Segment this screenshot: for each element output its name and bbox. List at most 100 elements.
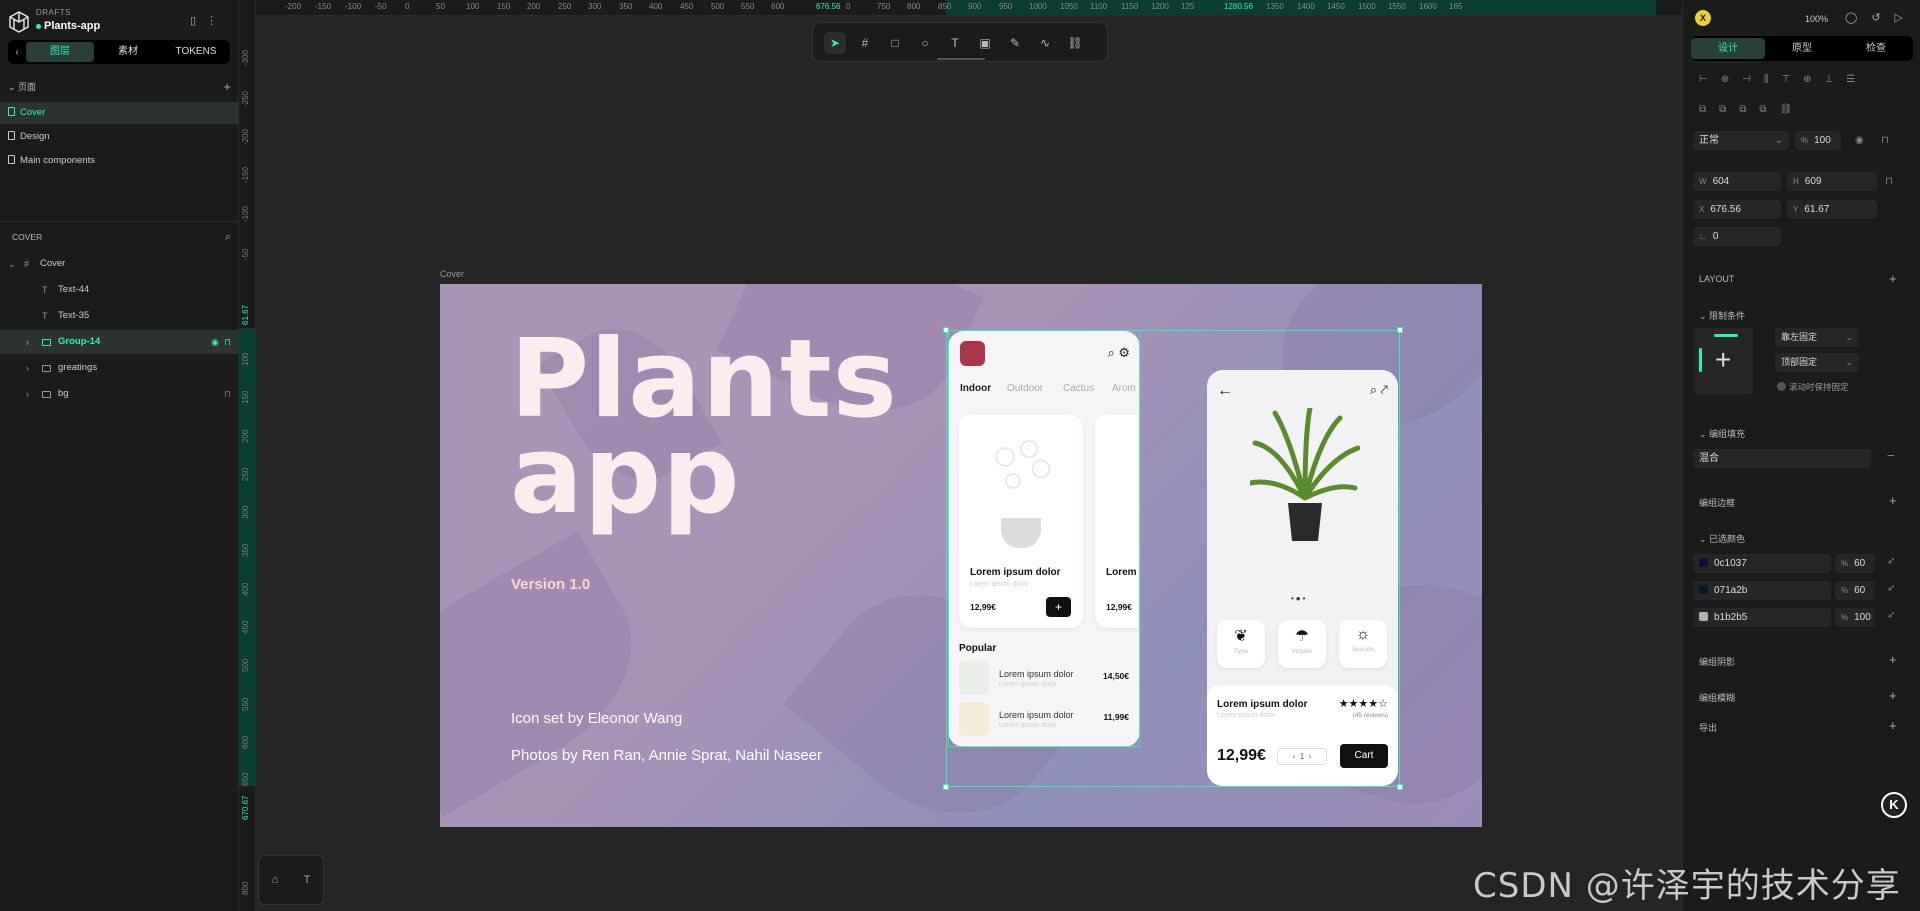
color-swatch[interactable]	[1699, 585, 1708, 594]
resize-handle[interactable]	[1397, 327, 1403, 333]
color-opacity-field[interactable]: % 60	[1835, 554, 1875, 573]
resize-handle[interactable]	[943, 784, 949, 790]
comments-icon[interactable]: ◯	[1845, 11, 1857, 24]
intersect-icon[interactable]: ⧉	[1739, 104, 1746, 115]
eyedropper-icon[interactable]: ➶	[1887, 610, 1895, 621]
constraint-center-icon[interactable]: +	[1715, 346, 1731, 374]
project-name[interactable]: Plants-app	[36, 20, 100, 32]
board-tool-icon[interactable]: #	[854, 32, 876, 54]
plugin-tool-icon[interactable]: ⛓	[1064, 32, 1086, 54]
opacity-field[interactable]: % 100	[1795, 131, 1841, 150]
align-right-icon[interactable]: ⊣	[1742, 74, 1751, 85]
eyedropper-icon[interactable]: ➶	[1887, 556, 1895, 567]
visibility-lock-icons[interactable]: ◉ ⊓	[211, 330, 231, 354]
stroke-section[interactable]: 编组边框 +	[1699, 493, 1897, 509]
constraint-horizontal-select[interactable]: 靠左固定 ⌄	[1775, 328, 1859, 347]
library-icon[interactable]: ▯	[190, 14, 196, 27]
layer-row[interactable]: ⌄ # Cover	[0, 252, 239, 276]
chevron-right-icon[interactable]: ›	[26, 330, 29, 354]
constraint-top-bar[interactable]	[1714, 334, 1738, 337]
x-field[interactable]: X 676.56	[1693, 200, 1781, 219]
play-icon[interactable]: ▷	[1895, 11, 1903, 24]
tab-inspect[interactable]: 检查	[1839, 38, 1913, 59]
chevron-right-icon[interactable]: ›	[26, 356, 29, 380]
more-menu-icon[interactable]: ⋮	[206, 14, 217, 27]
fill-section[interactable]: ⌄ 编组填充	[1699, 427, 1745, 440]
y-field[interactable]: Y 61.67	[1787, 200, 1877, 219]
layer-row[interactable]: T Text-35	[0, 304, 239, 328]
color-swatch[interactable]	[1699, 558, 1708, 567]
blur-section[interactable]: 编组模糊 +	[1699, 688, 1897, 704]
layer-row[interactable]: T Text-44	[0, 278, 239, 302]
align-top-icon[interactable]: ⊤	[1781, 74, 1790, 85]
add-shadow-icon[interactable]: +	[1889, 652, 1897, 667]
remove-fill-icon[interactable]: −	[1887, 448, 1895, 463]
avatar[interactable]: X	[1695, 10, 1711, 26]
color-opacity-field[interactable]: % 60	[1835, 581, 1875, 600]
export-section[interactable]: 导出 +	[1699, 718, 1897, 734]
constraint-vertical-select[interactable]: 顶部固定 ⌄	[1775, 353, 1859, 372]
color-opacity-field[interactable]: % 100	[1835, 608, 1875, 627]
selection-box[interactable]	[943, 327, 1403, 790]
exclude-icon[interactable]: ⧉	[1759, 104, 1766, 115]
chevron-down-icon[interactable]: ⌄	[8, 252, 16, 276]
add-layout-icon[interactable]: +	[1889, 271, 1897, 286]
toolbar-drag-handle[interactable]	[937, 58, 985, 60]
lock-icon[interactable]: ⊓	[1881, 135, 1889, 146]
height-field[interactable]: H 609	[1787, 172, 1877, 191]
selected-colors-section[interactable]: ⌄ 已选颜色	[1699, 532, 1745, 545]
chevron-right-icon[interactable]: ›	[26, 382, 29, 406]
align-bottom-icon[interactable]: ⊥	[1825, 74, 1834, 85]
path-tool-icon[interactable]: ∿	[1034, 32, 1056, 54]
move-tool-icon[interactable]: ➤	[824, 32, 846, 54]
layer-row[interactable]: › bg ⊓	[0, 382, 239, 406]
artboard-label[interactable]: Cover	[440, 269, 464, 279]
zoom-level[interactable]: 100%	[1805, 14, 1828, 24]
constraint-widget[interactable]: +	[1693, 328, 1753, 394]
back-chevron-icon[interactable]: ‹	[8, 47, 26, 58]
history-icon[interactable]: ↺	[1871, 11, 1880, 24]
home-icon[interactable]: ⌂	[272, 874, 279, 886]
color-row[interactable]: 0c1037	[1693, 554, 1831, 573]
page-item-design[interactable]: Design	[0, 126, 239, 148]
text-tool-icon[interactable]: T	[944, 32, 966, 54]
union-icon[interactable]: ⧉	[1699, 104, 1706, 115]
constraint-left-bar[interactable]	[1699, 348, 1702, 372]
rectangle-tool-icon[interactable]: □	[884, 32, 906, 54]
align-hcenter-icon[interactable]: ⊕	[1721, 74, 1729, 85]
eyedropper-icon[interactable]: ➶	[1887, 583, 1895, 594]
tab-tokens[interactable]: TOKENS	[162, 42, 230, 62]
add-stroke-icon[interactable]: +	[1889, 493, 1897, 508]
difference-icon[interactable]: ⧉	[1719, 104, 1726, 115]
blend-mode-select[interactable]: 正常 ⌄	[1693, 131, 1789, 150]
tab-layers[interactable]: 图层	[26, 42, 94, 62]
ellipse-tool-icon[interactable]: ○	[914, 32, 936, 54]
tab-assets[interactable]: 素材	[94, 42, 162, 62]
add-export-icon[interactable]: +	[1889, 718, 1897, 733]
distribute-v-icon[interactable]: ☰	[1846, 74, 1855, 85]
pencil-tool-icon[interactable]: ✎	[1004, 32, 1026, 54]
resize-handle[interactable]	[943, 327, 949, 333]
tab-design[interactable]: 设计	[1691, 38, 1765, 59]
text-icon[interactable]: T	[304, 874, 311, 886]
k-badge-icon[interactable]: K	[1881, 792, 1907, 818]
distribute-h-icon[interactable]: ⫼	[1764, 74, 1769, 85]
color-row[interactable]: b1b2b5	[1693, 608, 1831, 627]
pages-header[interactable]: ⌄ 页面 +	[0, 79, 239, 95]
fill-field[interactable]: 混合	[1693, 449, 1871, 468]
lock-icon[interactable]: ⊓	[224, 382, 231, 406]
app-logo-icon[interactable]	[8, 10, 30, 34]
page-item-main-components[interactable]: Main components	[0, 150, 239, 172]
flatten-icon[interactable]: ⛓	[1780, 104, 1793, 115]
constraints-section[interactable]: ⌄ 限制条件	[1699, 309, 1745, 322]
image-tool-icon[interactable]: ▣	[974, 32, 996, 54]
rotation-field[interactable]: ∟ 0	[1693, 227, 1781, 246]
color-swatch[interactable]	[1699, 612, 1708, 621]
width-field[interactable]: W 604	[1693, 172, 1781, 191]
tab-prototype[interactable]: 原型	[1765, 38, 1839, 59]
resize-handle[interactable]	[1397, 784, 1403, 790]
add-page-icon[interactable]: +	[223, 79, 231, 95]
color-row[interactable]: 071a2b	[1693, 581, 1831, 600]
page-item-cover[interactable]: Cover	[0, 102, 239, 124]
eye-icon[interactable]: ◉	[1855, 135, 1864, 146]
